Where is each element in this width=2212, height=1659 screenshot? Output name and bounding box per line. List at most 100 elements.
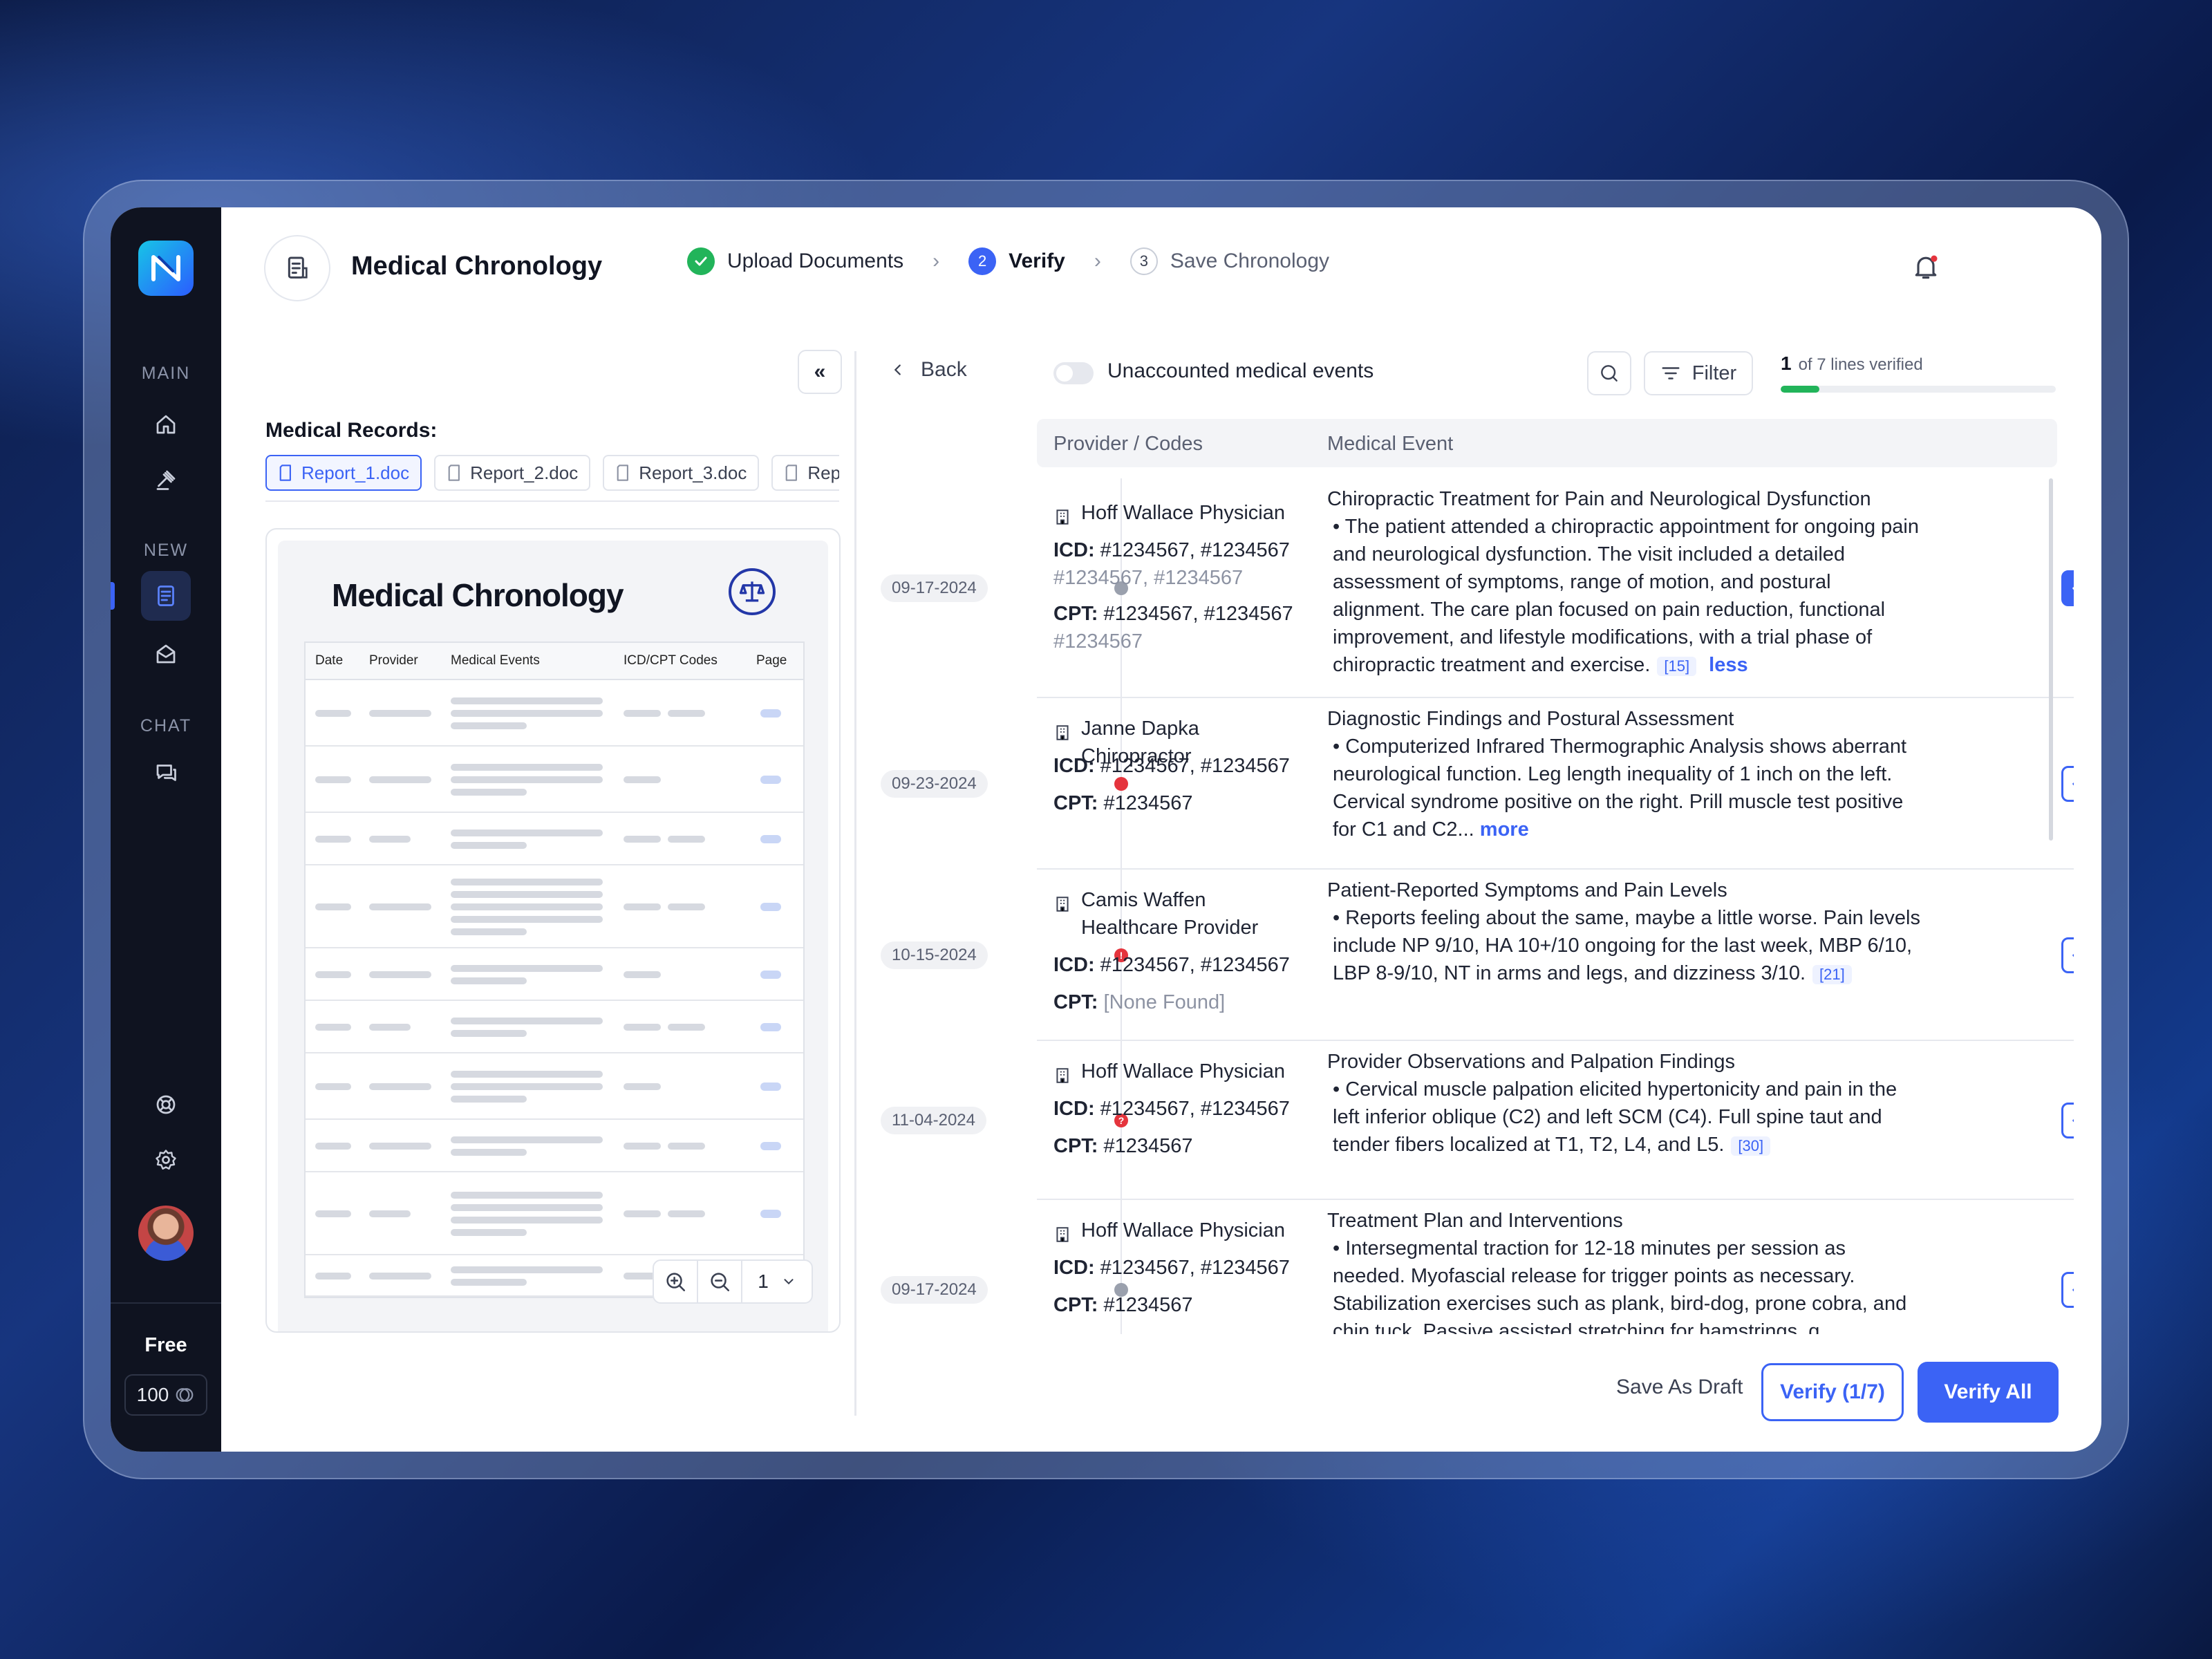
file-tab[interactable]: Report_3.doc bbox=[603, 455, 760, 491]
verify-checkbox[interactable] bbox=[2061, 766, 2074, 802]
event-title: Diagnostic Findings and Postural Assessm… bbox=[1327, 708, 1734, 730]
event-date: 09-17-2024 bbox=[881, 574, 988, 602]
page-number: 1 bbox=[758, 1271, 769, 1292]
provider-name: Camis Waffen Healthcare Provider bbox=[1053, 886, 1302, 941]
coins-icon bbox=[176, 1388, 194, 1402]
placeholder-line bbox=[451, 891, 603, 898]
event-description: • Cervical muscle palpation elicited hyp… bbox=[1327, 1076, 1922, 1159]
page-pill bbox=[760, 971, 781, 979]
cpt-value: #1234567 bbox=[1103, 792, 1193, 814]
verify-checkbox[interactable] bbox=[2061, 570, 2074, 606]
app-logo[interactable] bbox=[138, 241, 194, 296]
event-title: Treatment Plan and Interventions bbox=[1327, 1210, 1623, 1232]
placeholder-line bbox=[451, 710, 603, 717]
panel-splitter[interactable] bbox=[854, 351, 856, 1416]
nav-home[interactable] bbox=[141, 400, 191, 449]
icd-codes: ICD: #1234567, #1234567 bbox=[1053, 752, 1316, 780]
nav-medical-chronology[interactable] bbox=[141, 571, 191, 621]
placeholder-line bbox=[624, 903, 661, 910]
page-pill bbox=[760, 1210, 781, 1218]
provider-name: Hoff Wallace Physician bbox=[1053, 1217, 1302, 1244]
nav-support[interactable] bbox=[141, 1080, 191, 1130]
file-icon bbox=[448, 465, 460, 481]
notifications-button[interactable] bbox=[1911, 252, 1941, 285]
cpt-codes: CPT: #1234567 bbox=[1053, 1291, 1316, 1319]
source-reference[interactable]: [15] bbox=[1657, 657, 1697, 676]
building-icon bbox=[1053, 506, 1071, 534]
event-description: • Intersegmental traction for 12-18 minu… bbox=[1327, 1235, 1922, 1334]
nav-settings[interactable] bbox=[141, 1135, 191, 1185]
check-icon bbox=[2072, 954, 2074, 957]
scrollbar[interactable] bbox=[2049, 478, 2053, 841]
cpt-label: CPT: bbox=[1053, 991, 1098, 1013]
document-preview[interactable]: Medical Chronology Date Provider Medical… bbox=[265, 528, 841, 1333]
source-reference[interactable]: [30] bbox=[1731, 1136, 1771, 1156]
event-body: • Intersegmental traction for 12-18 minu… bbox=[1333, 1237, 1907, 1334]
page-select[interactable]: 1 bbox=[742, 1271, 812, 1293]
placeholder-line bbox=[369, 1083, 431, 1090]
event-description: • Computerized Infrared Thermographic An… bbox=[1327, 733, 1922, 843]
document-title: Medical Chronology bbox=[332, 577, 624, 613]
file-tab[interactable]: Report_1.doc bbox=[265, 455, 422, 491]
cpt-codes: CPT: [None Found] bbox=[1053, 988, 1316, 1016]
placeholder-line bbox=[315, 971, 351, 978]
verify-checkbox[interactable] bbox=[2061, 937, 2074, 973]
placeholder-line bbox=[451, 764, 603, 771]
icd-label: ICD: bbox=[1053, 954, 1095, 976]
unaccounted-events-toggle[interactable] bbox=[1053, 362, 1094, 384]
file-tab[interactable]: Report_2.doc bbox=[434, 455, 591, 491]
step-save-chronology[interactable]: 3 Save Chronology bbox=[1130, 247, 1329, 275]
step-verify[interactable]: 2 Verify bbox=[968, 247, 1065, 275]
placeholder-line bbox=[451, 842, 527, 849]
event-title: Chiropractic Treatment for Pain and Neur… bbox=[1327, 488, 1871, 510]
source-reference[interactable]: [21] bbox=[1812, 965, 1852, 984]
collapse-panel-button[interactable]: « bbox=[798, 350, 842, 394]
step-upload-documents[interactable]: Upload Documents bbox=[687, 247, 903, 275]
show-less-link[interactable]: less bbox=[1709, 654, 1747, 676]
filter-button[interactable]: Filter bbox=[1644, 351, 1753, 395]
nav-chat[interactable] bbox=[141, 748, 191, 798]
nav-legal[interactable] bbox=[141, 455, 191, 505]
zoom-out-button[interactable] bbox=[698, 1261, 742, 1302]
placeholder-line bbox=[315, 1083, 351, 1090]
file-tab[interactable]: Report_4.doc bbox=[771, 455, 839, 491]
credits-badge[interactable]: 100 bbox=[124, 1374, 207, 1416]
nav-section-new: NEW bbox=[143, 541, 189, 560]
verify-button[interactable]: Verify (1/7) bbox=[1761, 1363, 1904, 1421]
icd-value: #1234567, #1234567 bbox=[1100, 1257, 1290, 1279]
placeholder-line bbox=[451, 1083, 603, 1090]
placeholder-line bbox=[369, 836, 411, 843]
placeholder-line bbox=[451, 1030, 527, 1037]
cpt-codes: CPT: #1234567, #1234567 bbox=[1053, 600, 1316, 628]
event-date: 11-04-2024 bbox=[881, 1107, 986, 1134]
zoom-out-icon bbox=[711, 1273, 730, 1292]
zoom-in-button[interactable] bbox=[654, 1261, 698, 1302]
event-description: • Reports feeling about the same, maybe … bbox=[1327, 904, 1922, 987]
document-table-row bbox=[306, 948, 803, 1001]
save-draft-button[interactable]: Save As Draft bbox=[1616, 1376, 1743, 1399]
event-body: • Cervical muscle palpation elicited hyp… bbox=[1333, 1078, 1897, 1156]
placeholder-line bbox=[451, 776, 603, 783]
placeholder-line bbox=[668, 1024, 705, 1031]
user-avatar[interactable] bbox=[138, 1206, 194, 1261]
nav-mail[interactable] bbox=[141, 629, 191, 679]
verify-checkbox[interactable] bbox=[2061, 1272, 2074, 1308]
verify-all-button[interactable]: Verify All bbox=[1918, 1362, 2059, 1423]
placeholder-line bbox=[451, 789, 527, 796]
verify-checkbox[interactable] bbox=[2061, 1103, 2074, 1138]
show-more-link[interactable]: more bbox=[1480, 818, 1529, 841]
sidebar: MAIN NEW CHAT Free 100 bbox=[111, 207, 221, 1452]
icd-extra-codes: #1234567, #1234567 bbox=[1053, 567, 1244, 589]
placeholder-line bbox=[315, 903, 351, 910]
divider bbox=[265, 500, 839, 502]
event-body: • Computerized Infrared Thermographic An… bbox=[1333, 735, 1907, 841]
file-tab-label: Report_3.doc bbox=[639, 462, 747, 483]
placeholder-line bbox=[451, 1204, 603, 1211]
placeholder-line bbox=[668, 1143, 705, 1150]
back-button[interactable]: Back bbox=[890, 358, 967, 382]
provider-name: Hoff Wallace Physician bbox=[1053, 1058, 1302, 1085]
codes-block: ICD: #1234567, #1234567 CPT: [None Found] bbox=[1053, 951, 1316, 1016]
medical-event: Chiropractic Treatment for Pain and Neur… bbox=[1327, 485, 1922, 679]
search-button[interactable] bbox=[1587, 351, 1631, 395]
placeholder-line bbox=[451, 916, 603, 923]
